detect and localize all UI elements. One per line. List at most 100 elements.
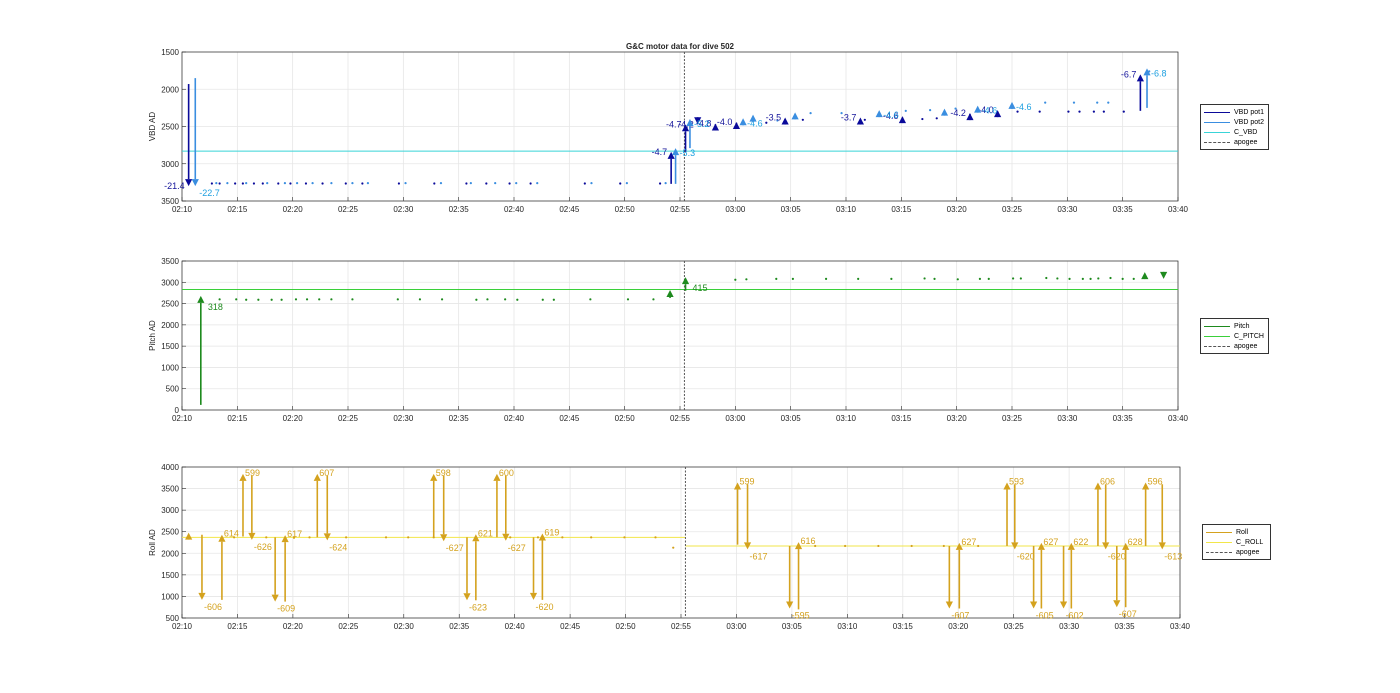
pitch-point: [626, 298, 630, 301]
roll-point: [910, 544, 913, 548]
x-tick-label: 03:15: [893, 622, 914, 631]
x-tick-label: 02:55: [670, 205, 691, 214]
pitch-point: [218, 298, 221, 301]
legend-label: C_ROLL: [1236, 538, 1264, 546]
roll-move-label: -595: [792, 611, 810, 621]
y-tick-label: 2500: [161, 528, 179, 537]
vbd-pot1-point: [1102, 110, 1105, 113]
vbd-pot1-point: [529, 182, 532, 185]
x-tick-label: 03:35: [1113, 414, 1134, 423]
vbd-pot2-label: -6.8: [1151, 68, 1167, 78]
x-tick-label: 02:50: [615, 205, 636, 214]
vbd-pot2-point: [1096, 101, 1099, 104]
x-tick-label: 03:05: [782, 622, 803, 631]
pitch-point: [987, 277, 990, 280]
legend-label: VBD pot1: [1234, 108, 1264, 116]
x-tick-label: 02:30: [393, 205, 414, 214]
x-tick-label: 03:05: [781, 205, 802, 214]
x-tick-label: 02:50: [615, 414, 636, 423]
y-tick-label: 1500: [161, 571, 179, 580]
vbd-pot2-point: [439, 182, 443, 185]
x-tick-label: 02:15: [227, 205, 248, 214]
x-tick-label: 03:10: [836, 205, 857, 214]
roll-move-label: 627: [961, 537, 976, 547]
roll-point: [942, 544, 945, 548]
y-tick-label: 3000: [161, 160, 179, 169]
legend-entry: C_VBD: [1204, 127, 1264, 137]
x-tick-label: 02:25: [338, 205, 359, 214]
vbd-pot1-point: [361, 182, 364, 185]
legend-swatch: [1204, 325, 1230, 327]
legend-entry: VBD pot1: [1204, 107, 1264, 117]
x-tick-label: 02:25: [338, 622, 359, 631]
vbd-pot1-label: -6.7: [1121, 69, 1137, 79]
y-tick-label: 2500: [161, 123, 179, 132]
legend-entry: Pitch: [1204, 321, 1264, 331]
pitch-point: [745, 278, 748, 281]
vbd-pot1-point: [485, 182, 488, 185]
roll-legend[interactable]: Roll C_ROLL apogee: [1202, 524, 1271, 560]
roll-move-label: -606: [204, 602, 222, 612]
vbd-pot1-point: [261, 182, 264, 185]
x-tick-label: 03:05: [781, 414, 802, 423]
x-tick-label: 02:50: [616, 622, 637, 631]
roll-move-label: 627: [1043, 537, 1058, 547]
legend-label: C_VBD: [1234, 128, 1258, 136]
vbd-pot1-point: [1078, 110, 1081, 113]
vbd-pot2-point: [226, 182, 229, 185]
pitch-point: [933, 277, 936, 280]
pitch-point: [1132, 277, 1135, 280]
vbd-pot1-label: -4.2: [950, 108, 966, 118]
y-tick-label: 2000: [161, 321, 179, 330]
y-tick-label: 3500: [161, 485, 179, 494]
pitch-point: [235, 298, 238, 301]
y-tick-label: 0: [175, 406, 180, 415]
y-tick-label: 3500: [161, 197, 179, 206]
x-tick-label: 02:20: [283, 414, 304, 423]
x-tick-label: 02:30: [393, 414, 414, 423]
y-tick-label: 1500: [161, 48, 179, 57]
legend-swatch: [1204, 141, 1230, 143]
roll-point: [654, 536, 657, 539]
y-tick-label: 3500: [161, 257, 179, 266]
pitch-move-label: 318: [208, 302, 223, 312]
vbd-pot1-point: [433, 182, 436, 185]
pitch-point: [956, 278, 959, 281]
roll-move-label: 621: [478, 528, 493, 538]
roll-move-label: -602: [1066, 611, 1084, 621]
vbd-pot1-point: [252, 182, 256, 185]
vbd-legend[interactable]: VBD pot1 VBD pot2 C_VBDapogee: [1200, 104, 1269, 150]
pitch-point: [257, 298, 260, 301]
x-tick-label: 03:40: [1170, 622, 1191, 631]
vbd-pot1-point: [234, 182, 237, 185]
vbd-pot2-point: [266, 182, 269, 185]
roll-point: [877, 544, 880, 548]
vbd-pot2-point: [245, 182, 248, 185]
pitch-legend[interactable]: Pitch C_PITCH apogee: [1200, 318, 1269, 354]
vbd-pot1-point: [218, 182, 221, 185]
legend-label: apogee: [1236, 548, 1260, 556]
roll-point: [844, 544, 847, 548]
roll-move-label: -613: [1164, 551, 1182, 561]
roll-move-label: 596: [1148, 477, 1163, 487]
legend-entry: apogee: [1206, 547, 1266, 557]
x-tick-label: 03:30: [1059, 622, 1080, 631]
roll-point: [308, 536, 311, 539]
x-tick-label: 02:40: [504, 414, 525, 423]
legend-label: apogee: [1234, 138, 1258, 146]
vbd-pot1-point: [619, 182, 622, 185]
legend-entry: VBD pot2: [1204, 117, 1264, 127]
pitch-point: [475, 298, 478, 301]
roll-move-label: -624: [329, 542, 347, 552]
vbd-pot2-point: [1107, 101, 1110, 104]
x-tick-label: 03:25: [1002, 414, 1023, 423]
y-tick-label: 2000: [161, 85, 179, 94]
figure-title: G&C motor data for dive 502: [626, 42, 735, 51]
x-tick-label: 02:40: [504, 205, 525, 214]
roll-move-label: 616: [801, 536, 816, 546]
x-tick-label: 03:40: [1168, 205, 1189, 214]
roll-move-label: -620: [536, 602, 554, 612]
pitch-move-label: 415: [693, 283, 708, 293]
x-tick-label: 02:10: [172, 414, 193, 423]
vbd-pot2-point: [283, 182, 287, 185]
